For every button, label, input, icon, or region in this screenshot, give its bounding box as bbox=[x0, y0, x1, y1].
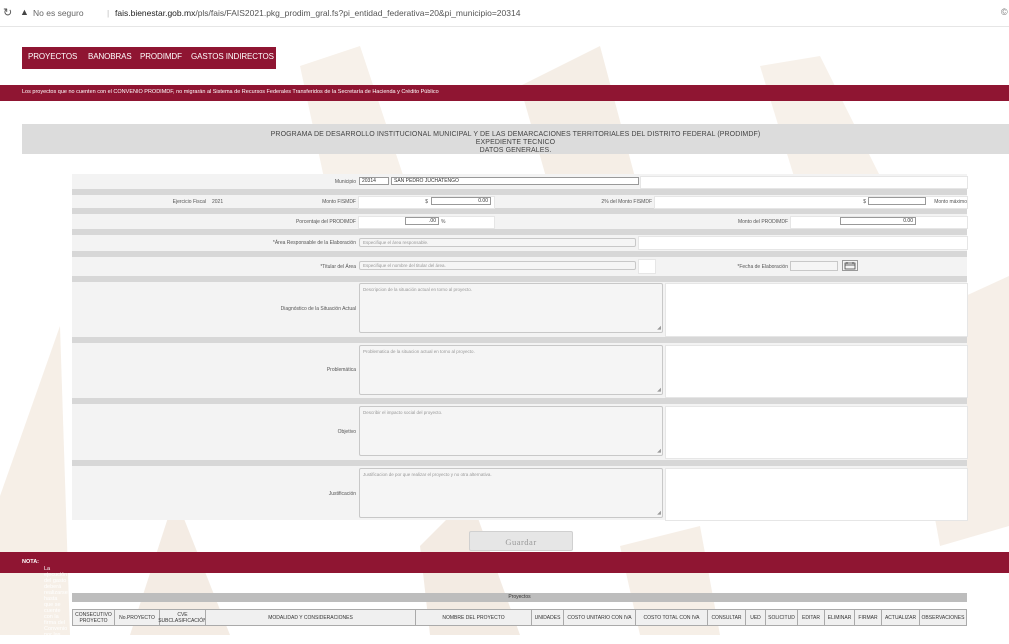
fecha-elaboracion-label: *Fecha de Elaboración bbox=[737, 264, 788, 270]
column-header: CVE SUBCLASIFICACIÓN bbox=[158, 609, 207, 626]
note-banner-text: NOTA: La ejecución del gasto deberá real… bbox=[22, 559, 68, 644]
column-header: OBSERVACIONES bbox=[919, 609, 967, 626]
monto-fismdf-label: Monto FISMDF bbox=[322, 199, 356, 205]
form-divider bbox=[72, 460, 967, 466]
problematica-label: Problemática bbox=[326, 367, 356, 373]
form-divider bbox=[72, 189, 967, 195]
column-header: ELIMINAR bbox=[824, 609, 854, 626]
form-divider bbox=[72, 229, 967, 235]
currency-symbol: $ bbox=[863, 199, 866, 205]
note-banner: NOTA: La ejecución del gasto deberá real… bbox=[0, 552, 1009, 644]
resize-handle-icon[interactable]: ◢ bbox=[657, 449, 661, 454]
note-label: NOTA: bbox=[22, 559, 40, 565]
column-header: NOMBRE DEL PROYECTO bbox=[415, 609, 531, 626]
empty-cell bbox=[638, 259, 656, 274]
note-text: La ejecución del gasto deberá realizarse… bbox=[44, 566, 68, 644]
separator: | bbox=[107, 8, 110, 18]
empty-cell bbox=[665, 283, 968, 337]
porcentaje-input[interactable]: .00 bbox=[405, 217, 439, 225]
justificacion-label: Justificación bbox=[328, 491, 356, 497]
main-nav: PROYECTOS BANOBRAS PRODIMDF GASTOS INDIR… bbox=[22, 47, 276, 69]
url-path: /pls/fais/FAIS2021.pkg_prodim_gral.fs?pi… bbox=[195, 8, 521, 18]
currency-symbol: $ bbox=[425, 199, 428, 205]
objetivo-label: Objetivo bbox=[337, 429, 356, 435]
form-divider bbox=[72, 337, 967, 343]
calendar-icon[interactable] bbox=[842, 260, 858, 271]
diagnostico-placeholder: Descripcion de la situación actual en to… bbox=[363, 287, 473, 292]
problematica-placeholder: Problematica de la situacion actual en t… bbox=[363, 349, 475, 354]
column-header: MODALIDAD Y CONSIDERACIONES bbox=[205, 609, 415, 626]
porcentaje-label: Porcentaje del PRODIMDF bbox=[295, 219, 356, 225]
title-line-1: PROGRAMA DE DESARROLLO INSTITUCIONAL MUN… bbox=[270, 131, 761, 138]
percent-sign: % bbox=[441, 219, 446, 225]
url-text[interactable]: fais.bienestar.gob.mx/pls/fais/FAIS2021.… bbox=[115, 8, 520, 18]
diagnostico-textarea[interactable]: Descripcion de la situación actual en to… bbox=[359, 283, 663, 333]
column-header: EDITAR bbox=[797, 609, 824, 626]
monto-maximo-input[interactable] bbox=[868, 197, 926, 205]
area-responsable-input[interactable]: Especifique el área responsable. bbox=[359, 238, 636, 247]
problematica-textarea[interactable]: Problematica de la situacion actual en t… bbox=[359, 345, 663, 395]
monto-prodimdf-label: Monto del PRODIMDF bbox=[737, 219, 788, 225]
title-line-3: DATOS GENERALES. bbox=[479, 147, 552, 154]
form-divider bbox=[72, 251, 967, 257]
resize-handle-icon[interactable]: ◢ bbox=[657, 388, 661, 393]
municipio-label: Municipio bbox=[334, 179, 356, 185]
titular-area-input[interactable]: Especifique el nombre del titular del ár… bbox=[359, 261, 636, 270]
warning-icon[interactable]: ▲ bbox=[20, 7, 29, 17]
browser-address-bar: ↻ ▲ No es seguro | fais.bienestar.gob.mx… bbox=[0, 0, 1009, 27]
monto-prodimdf-input[interactable]: 0.00 bbox=[840, 217, 916, 225]
municipio-name-field[interactable]: SAN PEDRO JUCHATENGO bbox=[391, 177, 639, 185]
nav-proyectos[interactable]: PROYECTOS bbox=[28, 52, 77, 61]
empty-cell bbox=[665, 468, 968, 521]
guardar-button[interactable]: Guardar bbox=[469, 531, 573, 551]
area-responsable-label: *Área Responsable de la Elaboración bbox=[272, 240, 356, 246]
dos-por-ciento-label: 2% del Monto FISMDF bbox=[601, 199, 652, 205]
form-divider bbox=[72, 276, 967, 282]
objetivo-placeholder: Describir el impacto social del proyecto… bbox=[363, 410, 443, 415]
column-header: No.PROYECTO bbox=[114, 609, 159, 626]
column-header: COSTO TOTAL CON IVA bbox=[635, 609, 707, 626]
monto-maximo-label: Monto máximo bbox=[934, 199, 967, 205]
titular-area-label: *Titular del Área bbox=[320, 264, 356, 270]
column-header: ACTUALIZAR bbox=[881, 609, 919, 626]
empty-cell bbox=[640, 176, 968, 189]
objetivo-textarea[interactable]: Describir el impacto social del proyecto… bbox=[359, 406, 663, 456]
fecha-elaboracion-input[interactable] bbox=[790, 261, 838, 271]
column-header: CONSECUTIVO PROYECTO bbox=[72, 609, 114, 626]
browser-edge-icon: © bbox=[1001, 7, 1008, 17]
empty-cell bbox=[665, 345, 968, 398]
empty-cell bbox=[665, 406, 968, 459]
reload-icon[interactable]: ↻ bbox=[3, 6, 12, 19]
projects-table-caption: Proyectos bbox=[72, 593, 967, 602]
notice-banner-text: Los proyectos que no cuenten con el CONV… bbox=[22, 89, 439, 95]
notice-banner: Los proyectos que no cuenten con el CONV… bbox=[0, 85, 1009, 101]
resize-handle-icon[interactable]: ◢ bbox=[657, 326, 661, 331]
nav-gastos-indirectos[interactable]: GASTOS INDIRECTOS bbox=[191, 52, 274, 61]
resize-handle-icon[interactable]: ◢ bbox=[657, 511, 661, 516]
municipio-code-field[interactable]: 20314 bbox=[359, 177, 389, 185]
column-header: SOLICITUD bbox=[765, 609, 797, 626]
justificacion-placeholder: Justificacion de por que realizar el pro… bbox=[363, 472, 492, 477]
title-line-2: EXPEDIENTE TECNICO bbox=[475, 139, 556, 146]
url-host: fais.bienestar.gob.mx bbox=[115, 8, 196, 18]
not-secure-label[interactable]: No es seguro bbox=[33, 8, 84, 18]
diagnostico-label: Diagnóstico de la Situación Actual bbox=[280, 306, 356, 312]
nav-prodimdf[interactable]: PRODIMDF bbox=[140, 52, 182, 61]
column-header: CONSULTAR bbox=[707, 609, 745, 626]
ejercicio-fiscal-value: 2021 bbox=[212, 199, 224, 205]
projects-table-header: CONSECUTIVO PROYECTO No.PROYECTO CVE SUB… bbox=[72, 609, 967, 626]
column-header: COSTO UNITARIO CON IVA bbox=[563, 609, 635, 626]
form-divider bbox=[72, 398, 967, 404]
column-header: UNIDADES bbox=[531, 609, 563, 626]
empty-cell bbox=[638, 236, 968, 250]
justificacion-textarea[interactable]: Justificacion de por que realizar el pro… bbox=[359, 468, 663, 518]
column-header: UED bbox=[745, 609, 765, 626]
nav-banobras[interactable]: BANOBRAS bbox=[88, 52, 132, 61]
monto-fismdf-input[interactable]: 0.00 bbox=[431, 197, 491, 205]
ejercicio-fiscal-label: Ejercicio Fiscal bbox=[172, 199, 206, 205]
page-title: PROGRAMA DE DESARROLLO INSTITUCIONAL MUN… bbox=[22, 124, 1009, 154]
column-header: FIRMAR bbox=[854, 609, 881, 626]
